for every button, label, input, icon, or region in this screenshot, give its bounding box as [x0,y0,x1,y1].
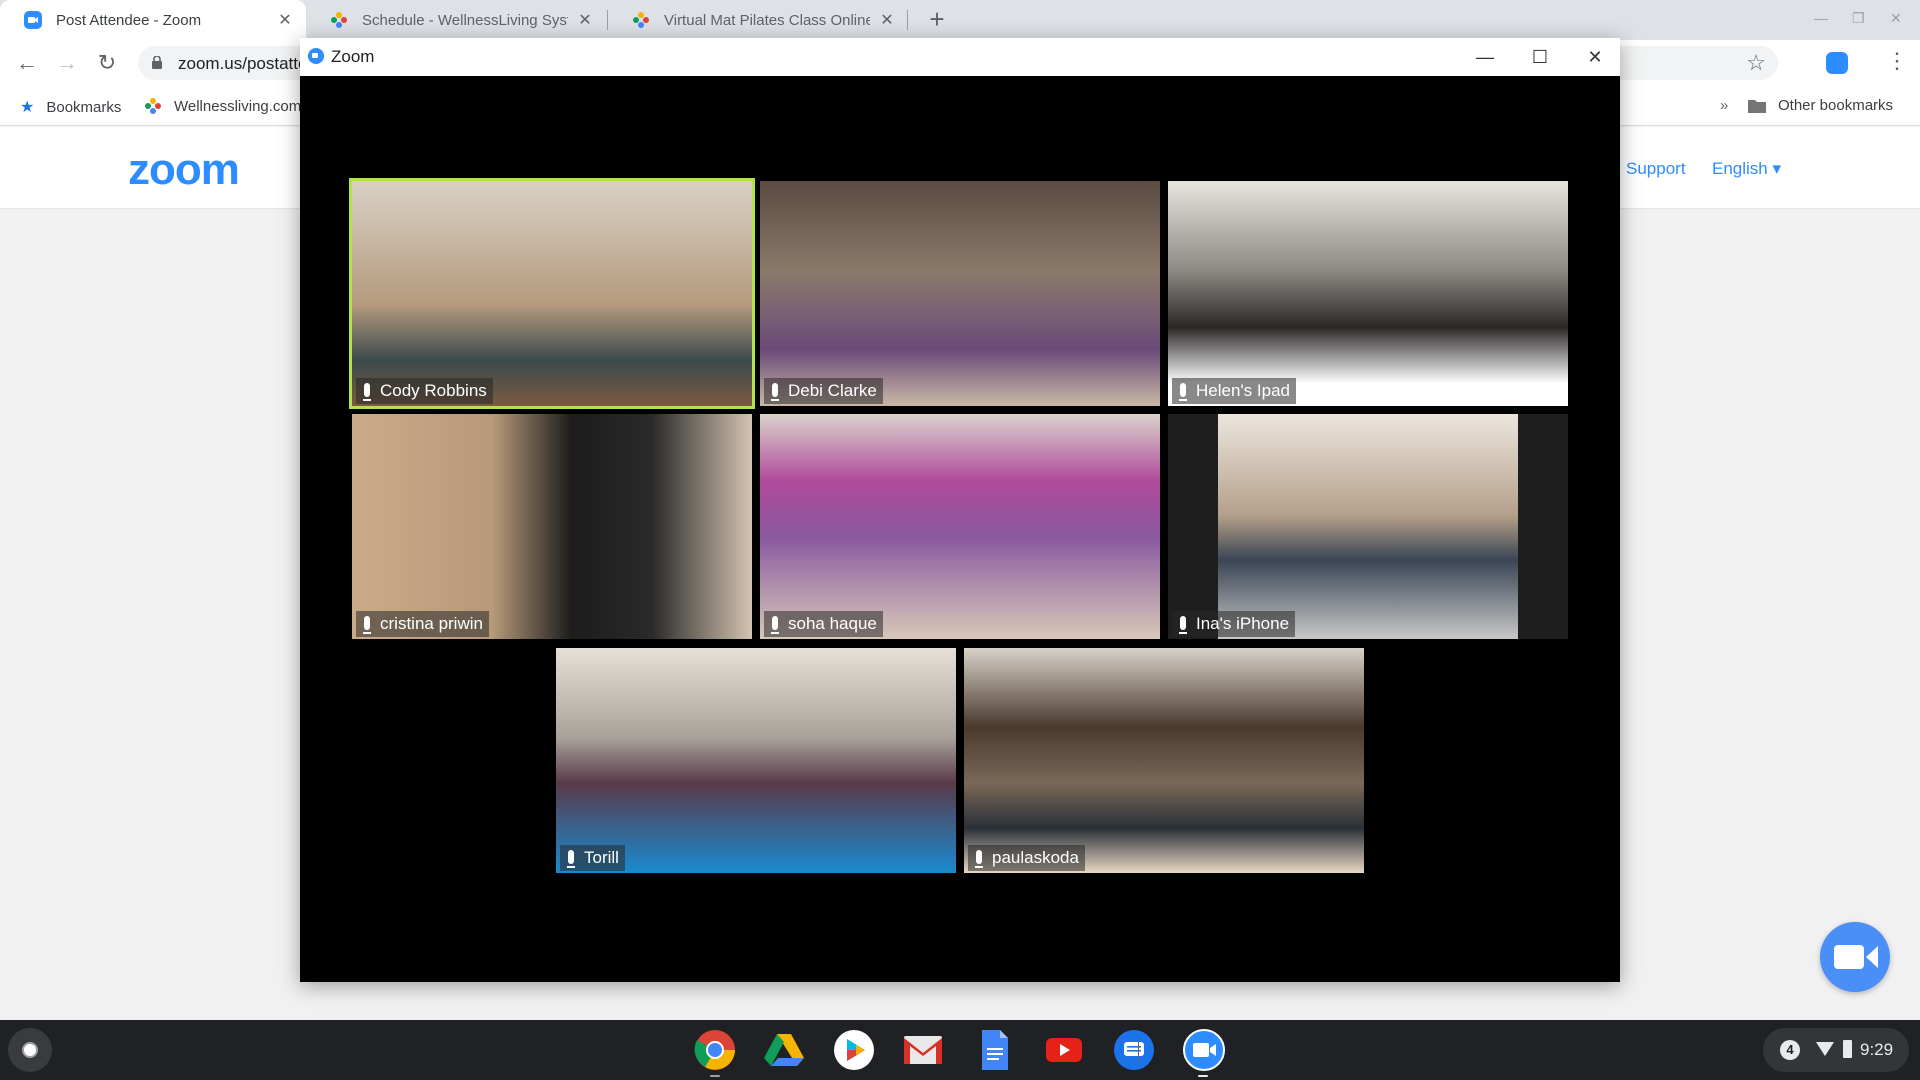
zoom-icon [24,11,42,29]
video-feed [964,648,1364,873]
participant-name-tag: Ina's iPhone [1172,611,1296,637]
zoom-icon [308,48,324,64]
language-dropdown[interactable]: English ▾ [1712,159,1781,179]
video-camera-icon [1834,945,1864,969]
bookmark-label: Wellnessliving.com [174,97,302,115]
chrome-menu-icon[interactable]: ⋮ [1886,48,1908,74]
star-icon: ★ [20,99,35,116]
video-feed [760,181,1160,406]
shelf-divider [1138,1038,1139,1062]
video-feed [352,181,752,406]
google-drive-icon[interactable] [762,1028,806,1072]
video-feed [556,648,956,873]
tab-post-attendee[interactable]: Post Attendee - Zoom ✕ [0,0,306,40]
zoom-meeting-window: Zoom — ☐ ✕ Cody Robbins Debi Clarke Hele… [300,38,1620,982]
forward-button[interactable]: → [52,48,82,78]
support-link[interactable]: Support [1626,159,1686,179]
zoom-title-bar: Zoom — ☐ ✕ [300,38,1620,76]
zoom-app-icon[interactable] [1182,1028,1226,1072]
bookmarks-overflow-button[interactable]: » [1720,97,1728,114]
tab-divider [907,10,908,30]
video-feed [760,414,1160,639]
screen: Post Attendee - Zoom ✕ Schedule - Wellne… [0,0,1920,1080]
google-docs-icon[interactable] [972,1028,1016,1072]
tab-title: Schedule - WellnessLiving System [362,11,568,29]
microphone-icon [771,616,779,634]
maximize-button[interactable]: ☐ [1525,44,1555,70]
video-tile[interactable]: Ina's iPhone [1168,414,1568,639]
bookmark-bookmarks[interactable]: ★ Bookmarks [20,97,121,117]
microphone-icon [975,850,983,868]
play-store-icon[interactable] [832,1028,876,1072]
microphone-icon [771,383,779,401]
browser-close-icon[interactable]: ✕ [1890,10,1902,27]
other-bookmarks-label: Other bookmarks [1778,97,1894,114]
back-button[interactable]: ← [12,48,42,78]
video-tile[interactable]: paulaskoda [964,648,1364,873]
close-button[interactable]: ✕ [1580,44,1610,70]
wifi-icon [1816,1042,1834,1056]
video-tile[interactable]: Torill [556,648,956,873]
lock-icon [152,56,162,69]
participant-name-tag: cristina priwin [356,611,489,637]
microphone-icon [1179,616,1187,634]
clock: 9:29 [1860,1040,1894,1059]
bookmark-star-icon[interactable]: ☆ [1746,50,1766,76]
participant-name-tag: Torill [560,845,625,871]
browser-restore-icon[interactable]: ❐ [1852,10,1865,27]
tab-schedule[interactable]: Schedule - WellnessLiving System ✕ [306,0,606,40]
status-tray[interactable]: 4 9:29 [1763,1028,1909,1072]
window-title: Zoom [331,47,375,66]
zoom-launch-button[interactable] [1820,922,1890,992]
os-shelf: 4 9:29 [0,1020,1920,1080]
video-tile[interactable]: Debi Clarke [760,181,1160,406]
folder-icon [1748,99,1766,113]
messages-icon[interactable] [1112,1028,1156,1072]
participant-name-tag: Helen's Ipad [1172,378,1296,404]
participant-name-tag: paulaskoda [968,845,1085,871]
browser-minimize-icon[interactable]: — [1814,10,1828,26]
launcher-button[interactable] [8,1028,52,1072]
participant-name-tag: Debi Clarke [764,378,883,404]
microphone-icon [363,616,371,634]
reload-button[interactable]: ↻ [92,48,122,78]
microphone-icon [1179,383,1187,401]
video-feed [1168,181,1568,406]
video-tile[interactable]: Cody Robbins [349,178,755,409]
wellnessliving-icon [331,12,347,28]
new-tab-button[interactable]: + [922,4,952,34]
tab-title: Post Attendee - Zoom [56,11,202,29]
youtube-icon[interactable] [1042,1028,1086,1072]
participant-name-tag: soha haque [764,611,883,637]
tab-title: Virtual Mat Pilates Class Online - [664,11,870,29]
video-feed [352,414,752,639]
chrome-icon[interactable] [693,1028,737,1072]
tab-strip: Post Attendee - Zoom ✕ Schedule - Wellne… [0,0,1920,40]
gmail-icon[interactable] [901,1028,945,1072]
close-tab-icon[interactable]: ✕ [276,10,294,30]
zoom-extension-icon[interactable] [1826,52,1848,74]
close-tab-icon[interactable]: ✕ [878,10,896,30]
video-feed [1218,414,1518,639]
other-bookmarks[interactable]: Other bookmarks [1748,97,1893,114]
video-tile[interactable]: Helen's Ipad [1168,181,1568,406]
video-tile[interactable]: soha haque [760,414,1160,639]
video-tile[interactable]: cristina priwin [352,414,752,639]
wellnessliving-icon [145,98,161,114]
wellnessliving-icon [633,12,649,28]
bookmark-wellnessliving[interactable]: Wellnessliving.com [144,97,301,115]
participant-name-tag: Cody Robbins [356,378,493,404]
tab-virtual-mat-pilates[interactable]: Virtual Mat Pilates Class Online - ✕ [608,0,908,40]
running-indicator [1198,1075,1208,1077]
notification-count-badge: 4 [1780,1040,1800,1060]
close-tab-icon[interactable]: ✕ [576,10,594,30]
bookmark-label: Bookmarks [46,98,122,116]
battery-icon [1843,1040,1852,1058]
microphone-icon [567,850,575,868]
microphone-icon [363,383,371,401]
running-indicator [710,1075,720,1077]
zoom-logo[interactable]: zoom [128,145,240,195]
minimize-button[interactable]: — [1470,44,1500,70]
